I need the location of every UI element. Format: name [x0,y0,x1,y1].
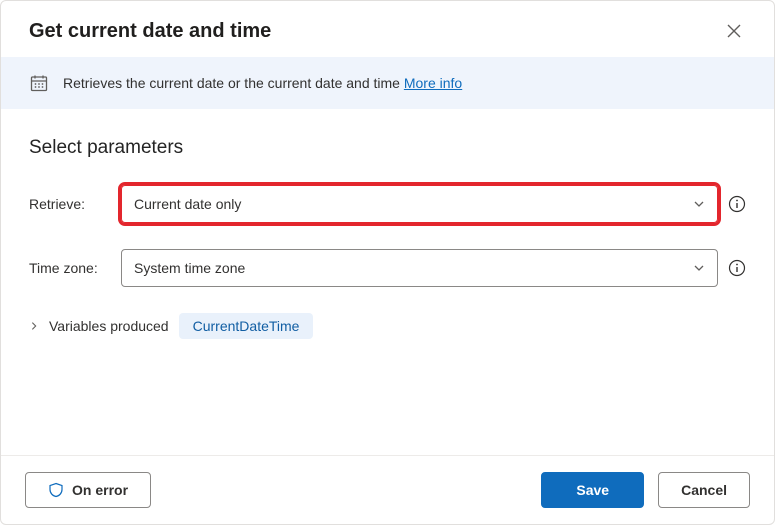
retrieve-value: Current date only [134,196,241,212]
chevron-down-icon [693,198,705,210]
chevron-down-icon [693,262,705,274]
param-row-retrieve: Retrieve: Current date only [29,185,746,223]
info-icon[interactable] [728,259,746,277]
variables-row: Variables produced CurrentDateTime [29,313,746,339]
dialog-footer: On error Save Cancel [1,455,774,524]
info-description: Retrieves the current date or the curren… [63,75,404,91]
calendar-icon [29,73,49,93]
timezone-label: Time zone: [29,260,111,276]
dialog: Get current date and time Retrieves the … [0,0,775,525]
on-error-button[interactable]: On error [25,472,151,508]
content: Select parameters Retrieve: Current date… [1,109,774,455]
retrieve-label: Retrieve: [29,196,111,212]
info-text: Retrieves the current date or the curren… [63,75,462,91]
dialog-header: Get current date and time [1,1,774,57]
retrieve-select[interactable]: Current date only [121,185,718,223]
dialog-title: Get current date and time [29,20,271,43]
cancel-button[interactable]: Cancel [658,472,750,508]
info-icon[interactable] [728,195,746,213]
chevron-right-icon[interactable] [29,321,39,331]
close-icon [726,23,742,39]
variables-label: Variables produced [49,318,169,334]
section-title: Select parameters [29,137,746,159]
param-row-timezone: Time zone: System time zone [29,249,746,287]
more-info-link[interactable]: More info [404,75,462,91]
save-button[interactable]: Save [541,472,644,508]
footer-right: Save Cancel [541,472,750,508]
timezone-select[interactable]: System time zone [121,249,718,287]
variable-pill[interactable]: CurrentDateTime [179,313,314,339]
on-error-label: On error [72,482,128,498]
close-button[interactable] [722,19,746,43]
info-bar: Retrieves the current date or the curren… [1,57,774,109]
timezone-value: System time zone [134,260,245,276]
shield-icon [48,482,64,498]
